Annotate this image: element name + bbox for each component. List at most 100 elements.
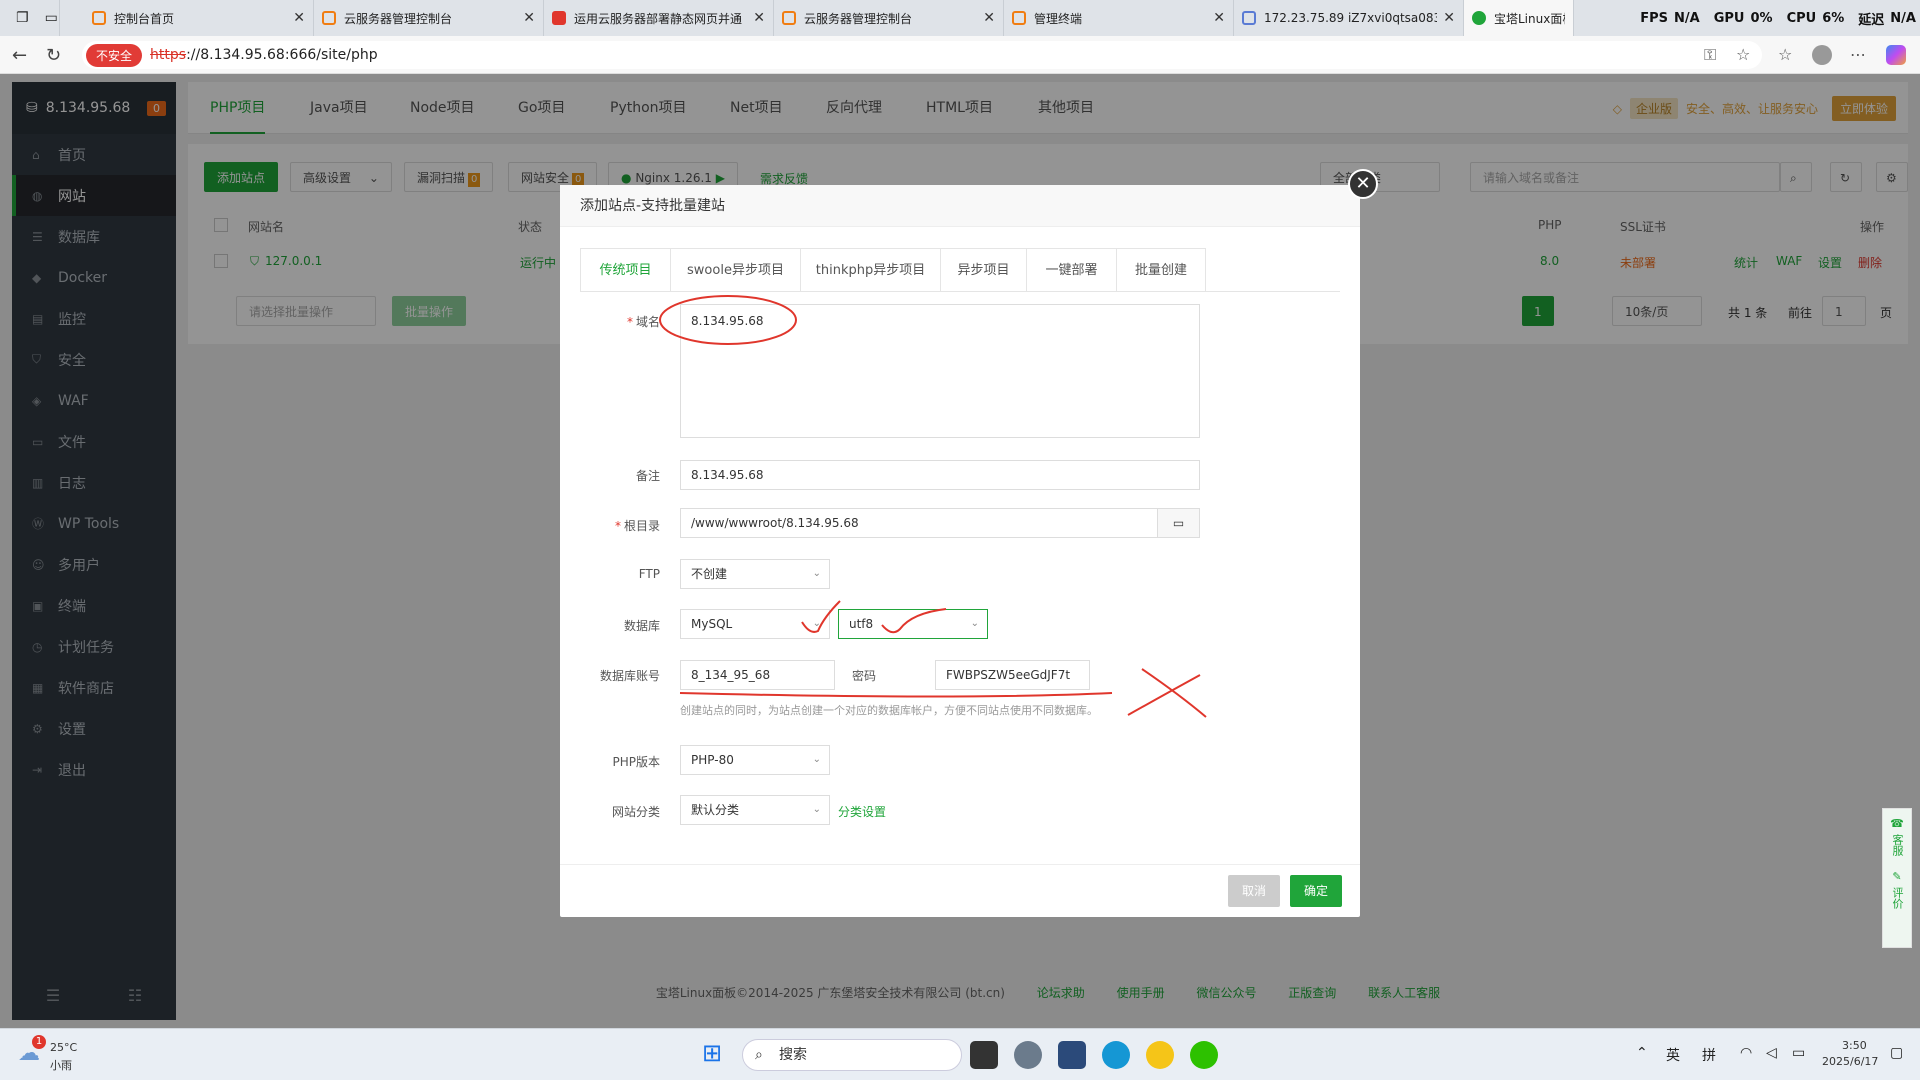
insecure-badge[interactable]: 不安全 xyxy=(86,43,143,67)
favorites-icon[interactable]: ☆ xyxy=(1778,45,1792,64)
remark-input[interactable]: 8.134.95.68 xyxy=(680,460,1200,490)
folder-icon[interactable]: ▭ xyxy=(1157,508,1200,538)
db-pass-input[interactable]: FWBPSZW5eeGdJF7t xyxy=(935,660,1090,690)
browser-tab-bar: ❐ ▭ 控制台首页 ✕ 云服务器管理控制台 ✕ 运用云服务器部署静态网页并通 ✕ 云服… xyxy=(0,0,1920,36)
dialog-title: 添加站点-支持批量建站 xyxy=(560,185,1360,227)
task-view-icon[interactable] xyxy=(970,1041,998,1069)
tab-list-icon[interactable]: ▭ xyxy=(45,10,58,26)
category-label: 网站分类 xyxy=(611,805,660,819)
wechat-icon[interactable] xyxy=(1190,1041,1218,1069)
ftp-label: FTP xyxy=(638,567,660,581)
php-version-select[interactable]: PHP-80 ⌄ xyxy=(680,745,830,775)
close-icon[interactable]: ✕ xyxy=(983,10,995,26)
vscode-icon[interactable] xyxy=(1058,1041,1086,1069)
url-input[interactable]: 不安全 https://8.134.95.68:666/site/php xyxy=(82,41,1762,69)
taskbar-search[interactable]: ⌕ 搜索 xyxy=(742,1039,962,1071)
wifi-icon[interactable]: ◠ xyxy=(1740,1045,1752,1061)
chevron-down-icon: ⌄ xyxy=(812,804,821,815)
close-icon[interactable]: ✕ xyxy=(1443,10,1455,26)
chevron-down-icon: ⌄ xyxy=(812,618,821,629)
add-site-dialog: 添加站点-支持批量建站 ✕ 传统项目 swoole异步项目 thinkphp异步… xyxy=(560,169,1378,917)
browser-tab-6[interactable]: 172.23.75.89 iZ7xvi0qtsa083xc5✕ xyxy=(1234,0,1464,36)
review-icon[interactable]: ✎ xyxy=(1883,860,1911,883)
browser-tab-5[interactable]: 管理终端 ✕ xyxy=(1004,0,1234,36)
float-toolbar: ☎ 客服 ✎ 评价 xyxy=(1882,808,1912,948)
browser-tab-2[interactable]: 云服务器管理控制台 ✕ xyxy=(314,0,544,36)
cross-annotation xyxy=(1141,668,1207,718)
domain-label: * 域名 xyxy=(626,315,660,329)
lang-indicator[interactable]: 英 xyxy=(1666,1045,1680,1065)
browser-tab-7[interactable]: 宝塔Linux面板 xyxy=(1464,0,1574,36)
chrome-icon[interactable] xyxy=(1146,1041,1174,1069)
tab-actions[interactable]: ❐ ▭ xyxy=(0,0,60,36)
cross-annotation xyxy=(1127,674,1201,716)
ime-indicator[interactable]: 拼 xyxy=(1702,1045,1716,1065)
root-input[interactable]: /www/wwwroot/8.134.95.68 xyxy=(680,508,1158,538)
refresh-icon[interactable]: ↻ xyxy=(46,45,61,66)
tab-async[interactable]: 异步项目 xyxy=(940,248,1026,292)
db-user-label: 数据库账号 xyxy=(599,669,660,683)
clock-time[interactable]: 3:50 xyxy=(1842,1039,1867,1052)
settings-app-icon[interactable] xyxy=(1014,1041,1042,1069)
chevron-down-icon: ⌄ xyxy=(812,754,821,765)
close-icon[interactable]: ✕ xyxy=(753,10,765,26)
url-text: https://8.134.95.68:666/site/php xyxy=(150,47,378,63)
close-icon[interactable]: ✕ xyxy=(523,10,535,26)
browser-tab-1[interactable]: 控制台首页 ✕ xyxy=(84,0,314,36)
star-icon[interactable]: ☆ xyxy=(1736,45,1750,64)
aliyun-icon xyxy=(92,11,106,25)
search-icon: ⌕ xyxy=(755,1047,763,1063)
underline-annotation xyxy=(679,692,1113,698)
edge-icon[interactable] xyxy=(1102,1041,1130,1069)
close-icon[interactable]: ✕ xyxy=(293,10,305,26)
key-icon[interactable]: ⚿ xyxy=(1704,45,1716,65)
perf-metrics: FPS N/A GPU 0% CPU 6% 延迟 N/A xyxy=(1640,10,1916,28)
browser-tab-3[interactable]: 运用云服务器部署静态网页并通 ✕ xyxy=(544,0,774,36)
tab-one-click[interactable]: 一键部署 xyxy=(1026,248,1116,292)
browser-tab-4[interactable]: 云服务器管理控制台 ✕ xyxy=(774,0,1004,36)
taskbar: ☁ 1 25°C 小雨 ⊞ ⌕ 搜索 ⌃ 英 拼 ◠ ◁ ▭ 3:50 2025… xyxy=(0,1028,1920,1080)
cancel-button[interactable]: 取消 xyxy=(1228,875,1281,907)
confirm-button[interactable]: 确定 xyxy=(1290,875,1343,907)
copilot-icon[interactable] xyxy=(1886,45,1906,65)
domain-textarea[interactable]: 8.134.95.68 xyxy=(680,304,1200,438)
battery-icon[interactable]: ▭ xyxy=(1792,1045,1805,1061)
address-bar-row: ← ↻ 不安全 https://8.134.95.68:666/site/php… xyxy=(0,36,1920,74)
tab-swoole[interactable]: swoole异步项目 xyxy=(670,248,800,292)
support-icon[interactable]: ☎ xyxy=(1883,809,1911,830)
tab-batch[interactable]: 批量创建 xyxy=(1116,248,1206,292)
chevron-down-icon: ⌄ xyxy=(812,568,821,579)
db-pass-label: 密码 xyxy=(851,669,876,683)
database-select[interactable]: MySQL ⌄ xyxy=(680,609,830,639)
ftp-select[interactable]: 不创建 ⌄ xyxy=(680,559,830,589)
aliyun-icon xyxy=(322,11,336,25)
category-select[interactable]: 默认分类 ⌄ xyxy=(680,795,830,825)
close-icon[interactable]: ✕ xyxy=(1348,169,1378,199)
aliyun-icon xyxy=(1012,11,1026,25)
remote-icon xyxy=(1242,11,1256,25)
notification-icon[interactable]: ▢ xyxy=(1890,1045,1903,1061)
chevron-down-icon: ⌄ xyxy=(970,618,979,629)
tab-thinkphp[interactable]: thinkphp异步项目 xyxy=(800,248,940,292)
close-icon[interactable]: ✕ xyxy=(1213,10,1225,26)
db-hint: 创建站点的同时，为站点创建一个对应的数据库帐户，方便不同站点使用不同数据库。 xyxy=(680,704,1098,717)
category-settings-link[interactable]: 分类设置 xyxy=(838,803,886,820)
weather-widget[interactable]: ☁ 1 xyxy=(18,1035,46,1067)
charset-select[interactable]: utf8 ⌄ xyxy=(838,609,988,639)
aliyun-icon xyxy=(782,11,796,25)
avatar[interactable] xyxy=(1812,45,1832,65)
tab-traditional[interactable]: 传统项目 xyxy=(580,248,670,292)
clock-date[interactable]: 2025/6/17 xyxy=(1822,1055,1878,1068)
db-user-input[interactable]: 8_134_95_68 xyxy=(680,660,835,690)
windows-start-icon[interactable]: ⊞ xyxy=(702,1039,730,1067)
bt-icon xyxy=(1472,11,1486,25)
chevron-up-icon[interactable]: ⌃ xyxy=(1636,1045,1648,1061)
volume-icon[interactable]: ◁ xyxy=(1766,1045,1777,1061)
back-icon[interactable]: ← xyxy=(12,45,27,66)
root-label: * 根目录 xyxy=(614,519,660,533)
remark-label: 备注 xyxy=(635,469,660,483)
more-icon[interactable]: ⋯ xyxy=(1850,45,1866,64)
footer-divider xyxy=(560,864,1360,865)
csdn-icon xyxy=(552,11,566,25)
workspaces-icon[interactable]: ❐ xyxy=(16,10,29,26)
